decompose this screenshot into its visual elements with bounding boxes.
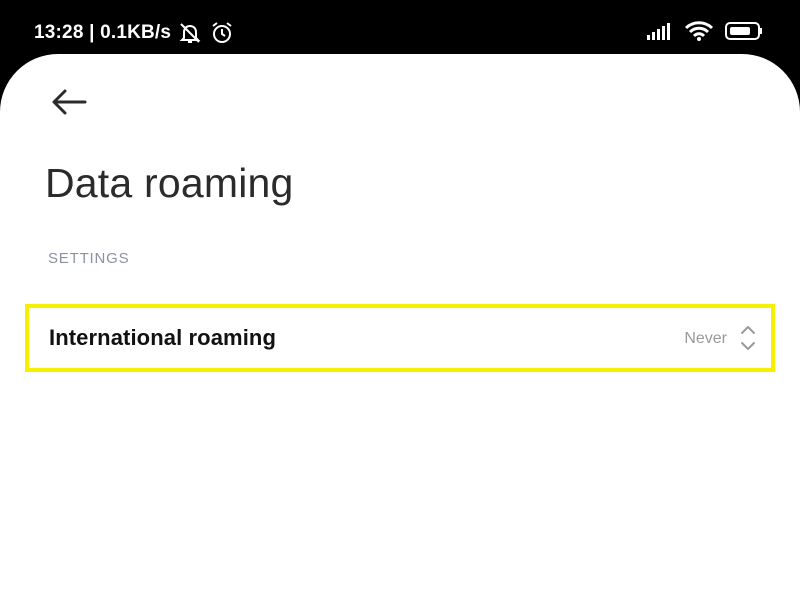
signal-icon	[646, 21, 674, 46]
section-header-settings: SETTINGS	[48, 250, 130, 267]
status-bar: 13:28 | 0.1KB/s	[0, 0, 800, 62]
setting-value: Never	[684, 330, 727, 347]
international-roaming-setting[interactable]: International roaming Never	[25, 304, 775, 372]
alarm-icon	[209, 20, 235, 46]
wifi-icon	[684, 20, 714, 47]
status-time-speed: 13:28 | 0.1KB/s	[34, 22, 172, 43]
page-title: Data roaming	[45, 160, 294, 206]
arrow-left-icon	[52, 89, 87, 115]
battery-icon	[724, 20, 764, 47]
status-right	[636, 20, 764, 47]
chevron-updown-icon	[739, 323, 757, 353]
bell-off-icon	[177, 20, 203, 46]
back-button[interactable]	[46, 82, 92, 122]
status-left: 13:28 | 0.1KB/s	[34, 20, 235, 46]
setting-label: International roaming	[49, 325, 277, 350]
